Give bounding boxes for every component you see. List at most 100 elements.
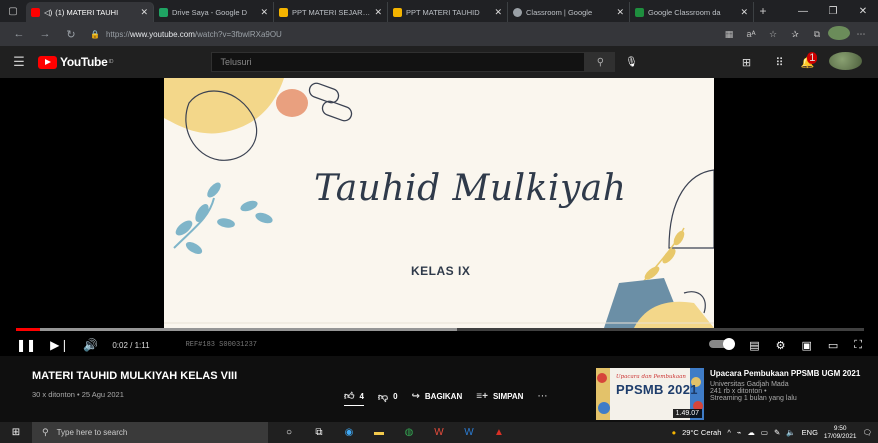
wps-icon[interactable]: W: [424, 427, 454, 438]
tab-google-classroom[interactable]: Google Classroom da ✕: [630, 2, 754, 22]
battery-icon[interactable]: ▭: [761, 428, 768, 437]
tab-ppt-sejarah[interactable]: PPT MATERI SEJARAH ✕: [274, 2, 388, 22]
profile-avatar[interactable]: [828, 26, 850, 42]
pen-icon[interactable]: ✎: [774, 428, 780, 437]
miniplayer-icon[interactable]: ▣: [801, 339, 811, 352]
chrome-icon[interactable]: ◍: [394, 427, 424, 438]
recommended-video[interactable]: Upacara dan Pembukaan PPSMB 2021 1.49.07…: [596, 368, 876, 420]
speaker-icon[interactable]: ◁): [44, 8, 52, 17]
url-field[interactable]: 🔒 https://www.youtube.com/watch?v=3fbwlR…: [84, 25, 718, 43]
share-button[interactable]: ↪ BAGIKAN: [412, 391, 463, 402]
tab-youtube[interactable]: ◁) (1) MATERI TAUHI ✕: [26, 2, 154, 22]
restore-icon[interactable]: ❐: [818, 6, 848, 17]
subtitles-icon[interactable]: ▤: [749, 339, 759, 352]
recommended-thumbnail[interactable]: Upacara dan Pembukaan PPSMB 2021 1.49.07: [596, 368, 704, 420]
search-input[interactable]: [211, 52, 586, 72]
video-title: MATERI TAUHID MULKIYAH KELAS VIII: [32, 370, 238, 382]
thumbnail-title: PPSMB 2021: [616, 382, 698, 397]
new-tab-button[interactable]: +: [754, 4, 772, 18]
word-icon[interactable]: W: [454, 427, 484, 438]
pause-icon[interactable]: ❚❚: [16, 338, 36, 352]
network-icon[interactable]: ⌁: [737, 428, 742, 437]
tab-drive[interactable]: Drive Saya - Google D ✕: [154, 2, 274, 22]
classroom-icon: [513, 7, 522, 17]
fullscreen-icon[interactable]: ⛶: [854, 339, 862, 352]
like-count: 4: [359, 391, 364, 401]
close-window-icon[interactable]: ✕: [848, 6, 878, 17]
windows-start-icon[interactable]: ⊞: [0, 427, 32, 438]
video-frame: Tauhid Mulkiyah KELAS IX: [164, 78, 714, 328]
lock-icon[interactable]: 🔒: [90, 30, 100, 39]
tab-title: PPT MATERI SEJARAH: [292, 7, 371, 17]
reload-icon[interactable]: ↻: [58, 28, 84, 41]
progress-bar[interactable]: [16, 328, 864, 331]
language-indicator[interactable]: ENG: [802, 428, 818, 437]
recommended-title[interactable]: Upacara Pembukaan PPSMB UGM 2021: [710, 368, 874, 379]
search-icon: ⚲: [42, 427, 49, 437]
notifications-bell-icon[interactable]: 🔔1: [796, 51, 829, 69]
app-icon[interactable]: ▲: [484, 427, 514, 438]
tab-title: (1) MATERI TAUHI: [55, 7, 119, 17]
close-icon[interactable]: ✕: [140, 7, 148, 18]
menu-icon[interactable]: ☰: [0, 54, 38, 70]
file-explorer-icon[interactable]: ▬: [364, 427, 394, 438]
apps-grid-icon[interactable]: ⠿: [763, 56, 796, 69]
dislike-button[interactable]: 👎︎ 0: [378, 391, 398, 403]
clock[interactable]: 9:50 17/09/2021: [824, 425, 857, 441]
chevron-up-icon[interactable]: ^: [727, 428, 731, 437]
microphone-icon[interactable]: 🎙: [619, 52, 643, 72]
collections-icon[interactable]: ⧉: [806, 29, 828, 40]
save-button[interactable]: ≡+ SIMPAN: [476, 391, 523, 402]
more-actions-icon[interactable]: ⋯: [537, 391, 547, 402]
youtube-logo[interactable]: YouTube ID: [38, 55, 113, 69]
tab-title: Drive Saya - Google D: [172, 7, 248, 17]
close-icon[interactable]: ✕: [740, 7, 748, 18]
share-label: BAGIKAN: [424, 392, 463, 401]
like-button[interactable]: 👍︎ 4: [344, 390, 364, 406]
settings-gear-icon[interactable]: ⚙: [776, 339, 786, 352]
slides-icon: [279, 7, 288, 17]
apps-icon[interactable]: ▦: [718, 29, 740, 40]
create-video-icon[interactable]: ⊞: [730, 56, 763, 69]
volume-icon[interactable]: 🔊: [83, 338, 98, 352]
notification-badge: 1: [807, 51, 818, 64]
speaker-volume-icon[interactable]: 🔈: [786, 428, 795, 437]
clock-date: 17/09/2021: [823, 432, 857, 440]
minimize-icon[interactable]: —: [788, 6, 818, 17]
search-icon[interactable]: ⚲: [585, 52, 616, 72]
tab-ppt-tauhid[interactable]: PPT MATERI TAUHID ✕: [388, 2, 508, 22]
notification-center-icon[interactable]: 🗨: [862, 428, 872, 437]
video-player[interactable]: Tauhid Mulkiyah KELAS IX ❚❚ ▶❘ 🔊 0:02 / …: [0, 78, 878, 356]
cortana-icon[interactable]: ○: [274, 427, 304, 438]
recommended-channel[interactable]: Universitas Gadjah Mada: [710, 381, 874, 388]
autoplay-toggle[interactable]: [693, 338, 736, 351]
youtube-header: ☰ YouTube ID ⚲ 🎙 ⊞ ⠿ 🔔1: [0, 46, 878, 78]
favorite-icon[interactable]: ☆: [762, 29, 784, 40]
favorites-icon[interactable]: ✰: [784, 29, 806, 40]
tab-title: PPT MATERI TAUHID: [406, 7, 480, 17]
read-aloud-icon[interactable]: aᴬ: [740, 29, 762, 39]
tab-actions-icon[interactable]: ▢: [0, 0, 26, 22]
close-icon[interactable]: ✕: [374, 7, 382, 18]
save-label: SIMPAN: [492, 392, 524, 401]
weather-icon[interactable]: ●: [672, 428, 677, 437]
tab-classroom[interactable]: Classroom | Google ✕: [508, 2, 630, 22]
taskbar-search[interactable]: ⚲ Type here to search: [32, 422, 268, 443]
cloud-icon[interactable]: ☁: [747, 428, 755, 437]
next-icon[interactable]: ▶❘: [50, 338, 69, 352]
weather-text[interactable]: 29°C Cerah: [682, 428, 721, 437]
slides-icon: [393, 7, 402, 17]
theater-mode-icon[interactable]: ▭: [828, 339, 838, 352]
account-avatar[interactable]: [829, 51, 862, 73]
edge-icon[interactable]: ◉: [334, 427, 364, 438]
back-icon[interactable]: ←: [6, 28, 32, 40]
close-icon[interactable]: ✕: [260, 7, 268, 18]
close-icon[interactable]: ✕: [616, 7, 624, 18]
search-bar: ⚲ 🎙: [211, 52, 643, 72]
task-view-icon[interactable]: ⧉: [304, 427, 334, 438]
youtube-icon: [31, 7, 40, 17]
more-icon[interactable]: ⋯: [850, 29, 872, 40]
region-code: ID: [108, 59, 114, 65]
forward-icon[interactable]: →: [32, 28, 58, 40]
close-icon[interactable]: ✕: [494, 7, 502, 18]
